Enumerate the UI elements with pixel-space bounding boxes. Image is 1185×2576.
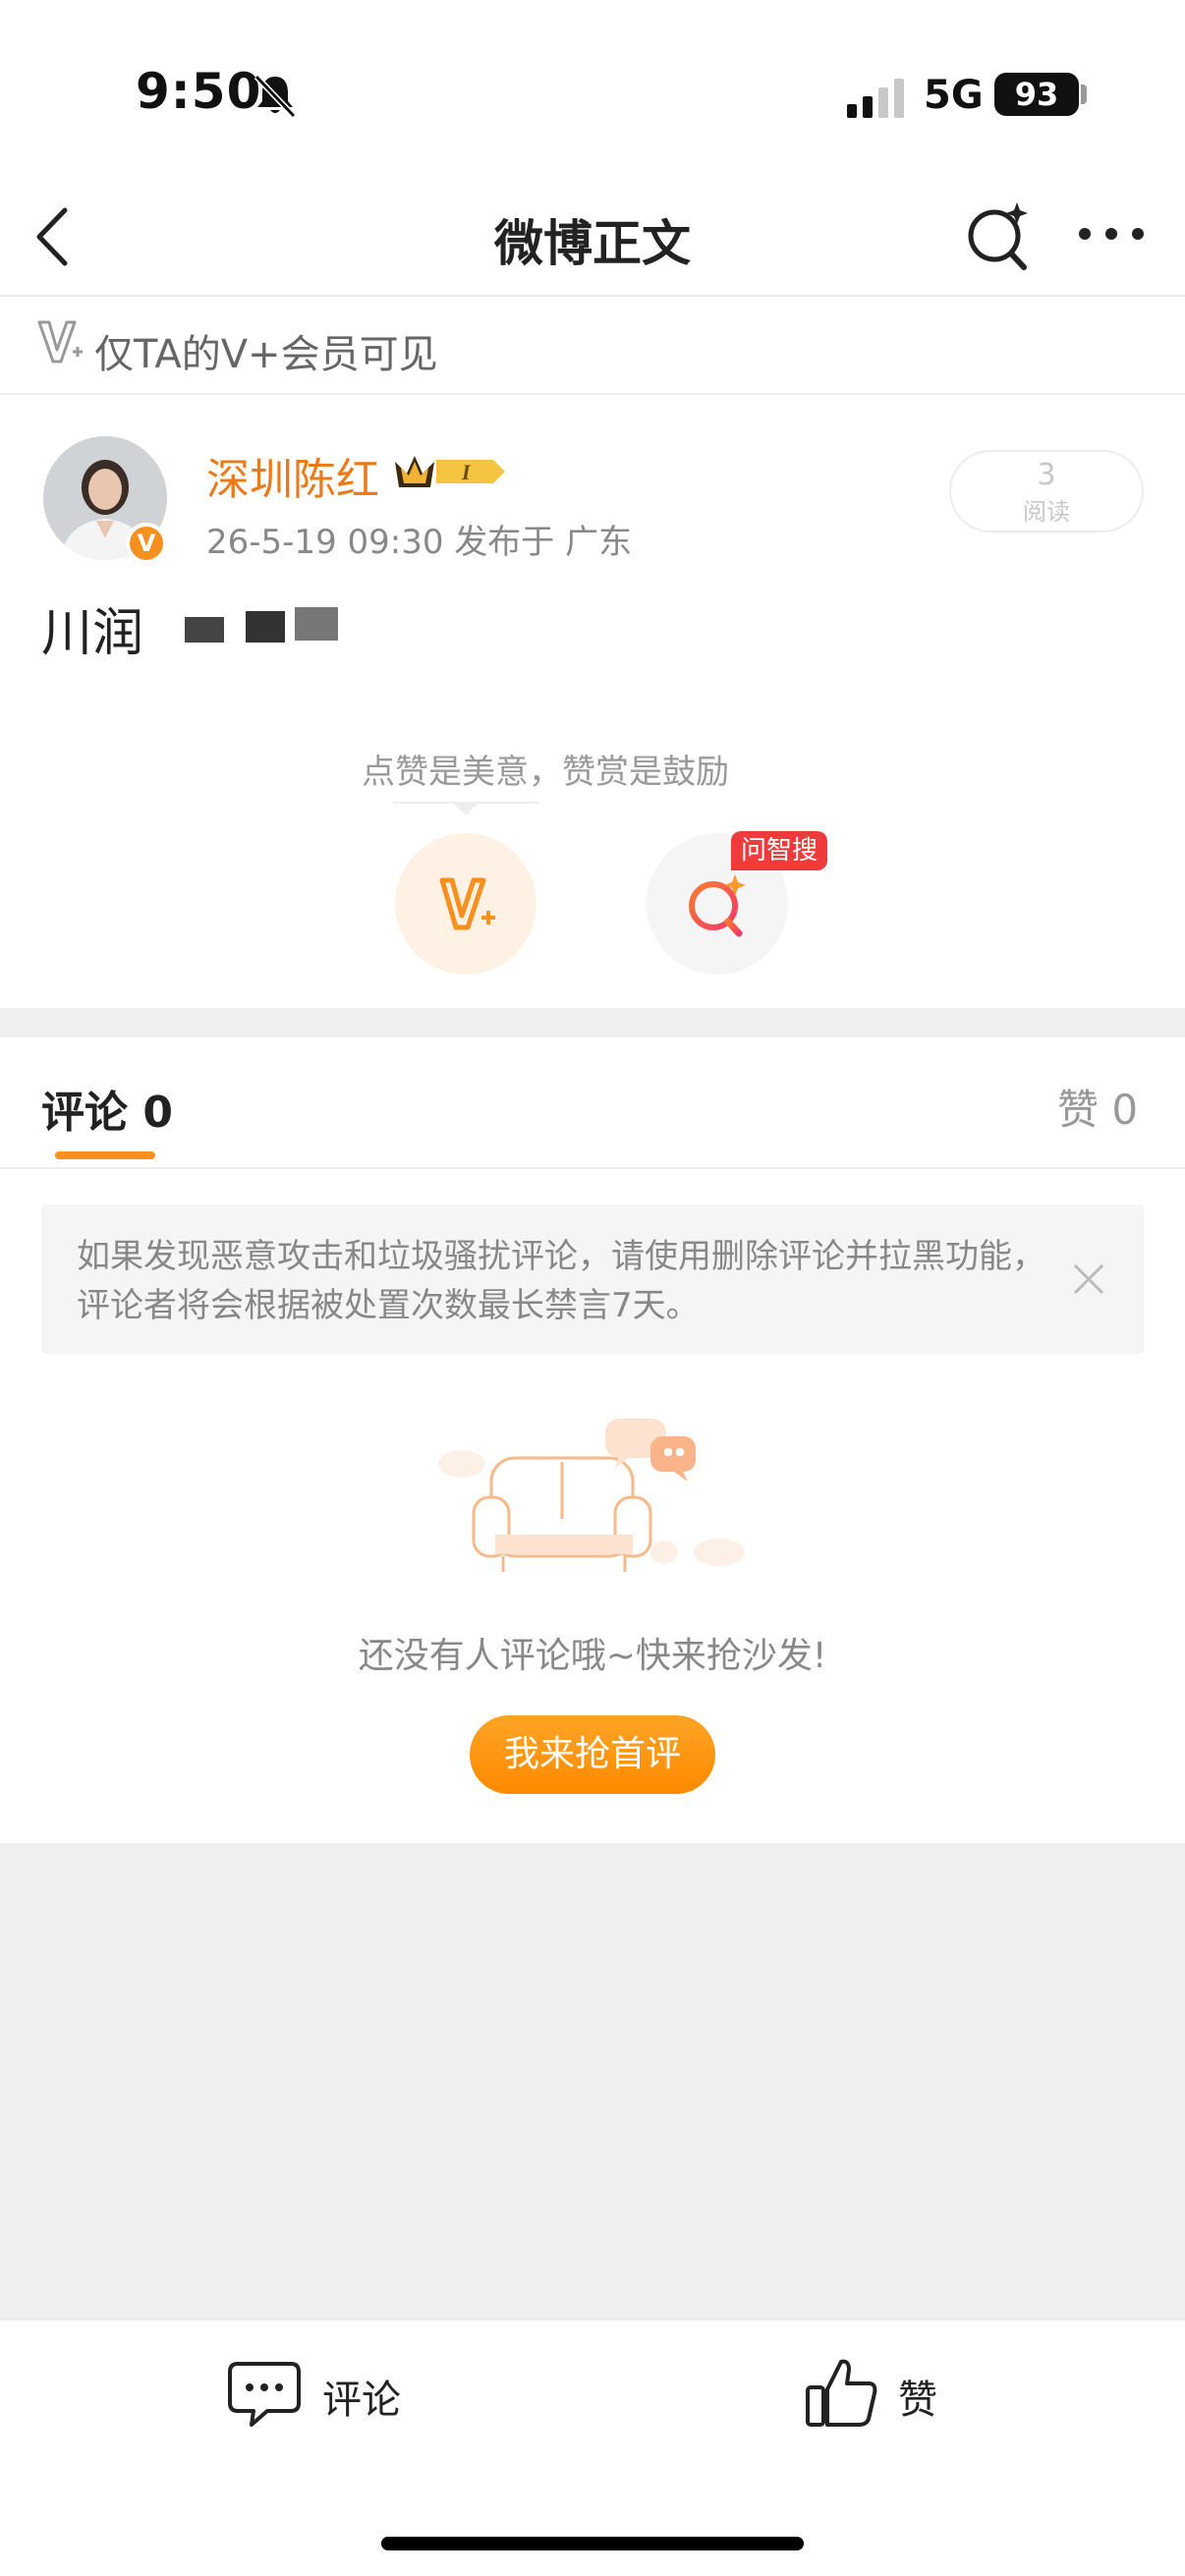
nav-bar: 微博正文 bbox=[0, 187, 1185, 295]
battery-indicator: 93 bbox=[994, 73, 1079, 116]
like-button-label[interactable]: 赞 bbox=[898, 2368, 937, 2425]
ai-search-icon[interactable] bbox=[963, 196, 1034, 273]
bottom-action-bar: 评论 赞 bbox=[0, 2319, 1185, 2576]
redacted-block bbox=[185, 617, 224, 643]
status-bar: 9:50 5G 93 bbox=[0, 0, 1185, 187]
vip-reward-icon bbox=[439, 877, 495, 930]
comment-notice-text: 如果发现恶意攻击和垃圾骚扰评论，请使用删除评论并拉黑功能，评论者将会根据被处置次… bbox=[77, 1237, 1045, 1325]
tab-active-indicator bbox=[55, 1151, 155, 1159]
read-label: 阅读 bbox=[1023, 498, 1070, 526]
divider bbox=[0, 393, 1185, 395]
comment-icon[interactable] bbox=[226, 2358, 303, 2429]
empty-comments-text: 还没有人评论哦~快来抢沙发! bbox=[358, 1636, 827, 1676]
home-indicator bbox=[381, 2537, 804, 2550]
close-icon[interactable] bbox=[1069, 1260, 1108, 1299]
wen-search-tag: 问智搜 bbox=[731, 831, 828, 870]
first-comment-button[interactable]: 我来抢首评 bbox=[470, 1715, 715, 1794]
section-gap bbox=[0, 1008, 1185, 1037]
status-time: 9:50 bbox=[136, 63, 262, 120]
redacted-block bbox=[246, 611, 285, 643]
redacted-block bbox=[295, 607, 338, 641]
vip-notice-text: 仅TA的V+会员可见 bbox=[94, 332, 438, 377]
verified-badge: V bbox=[126, 523, 167, 564]
tab-comments[interactable]: 评论 0 bbox=[41, 1077, 173, 1140]
tab-likes[interactable]: 赞 0 bbox=[1057, 1077, 1138, 1137]
vip-plus-icon bbox=[37, 320, 83, 364]
divider bbox=[0, 2319, 1185, 2321]
comment-button-label[interactable]: 评论 bbox=[322, 2368, 401, 2425]
vip-crown-badge-icon[interactable]: I bbox=[391, 448, 509, 495]
thumbs-up-icon[interactable] bbox=[804, 2354, 880, 2431]
reward-button[interactable] bbox=[395, 833, 536, 975]
battery-cap bbox=[1081, 84, 1087, 104]
post-text: 川润 bbox=[41, 604, 144, 663]
divider bbox=[0, 1167, 1185, 1169]
reward-tip: 点赞是美意，赞赏是鼓励 bbox=[362, 753, 729, 792]
more-icon[interactable] bbox=[1077, 222, 1146, 246]
blank-area bbox=[0, 1843, 1185, 2319]
read-count-pill: 3 阅读 bbox=[949, 450, 1144, 532]
network-label: 5G bbox=[924, 73, 984, 118]
vip-visibility-notice: 仅TA的V+会员可见 bbox=[0, 297, 1185, 393]
bell-muted-icon bbox=[254, 74, 297, 119]
read-count: 3 bbox=[1037, 458, 1056, 492]
empty-sofa-illustration bbox=[438, 1419, 745, 1572]
author-name[interactable]: 深圳陈红 bbox=[206, 444, 379, 507]
post-meta: 26-5-19 09:30 发布于 广东 bbox=[206, 523, 633, 562]
tip-arrow bbox=[452, 802, 480, 815]
svg-text:I: I bbox=[461, 460, 472, 484]
signal-icon bbox=[847, 79, 904, 118]
comment-notice: 如果发现恶意攻击和垃圾骚扰评论，请使用删除评论并拉黑功能，评论者将会根据被处置次… bbox=[41, 1204, 1144, 1354]
